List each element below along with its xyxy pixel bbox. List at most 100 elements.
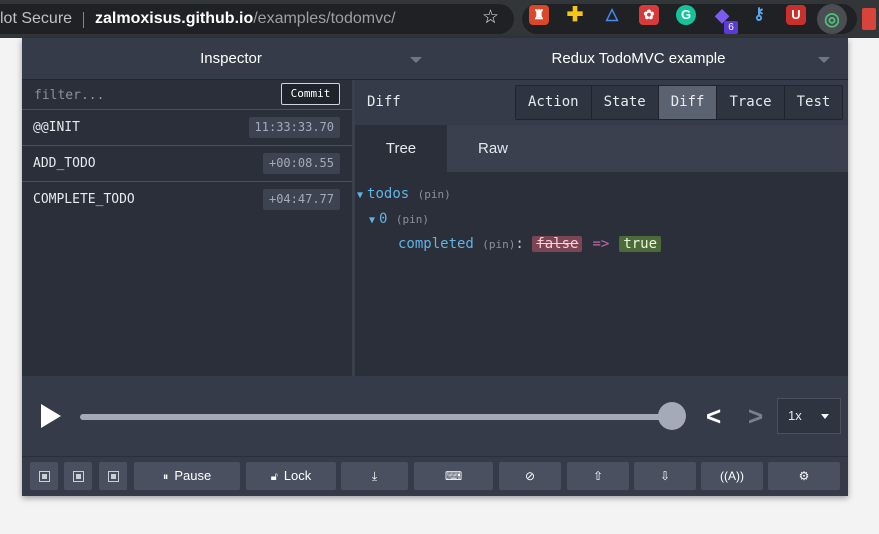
tree-key: completed: [398, 236, 474, 252]
ublock-icon[interactable]: U: [786, 5, 806, 25]
step-forward-icon[interactable]: >: [748, 402, 763, 430]
pin-link[interactable]: (pin): [396, 213, 429, 226]
filter-row: Commit: [22, 80, 352, 110]
pause-icon: ⏸: [162, 471, 169, 483]
monitor-select-label: Inspector: [200, 50, 262, 67]
slider-track[interactable]: [80, 414, 672, 420]
added-value: true: [619, 236, 662, 252]
pin-link[interactable]: (pin): [482, 238, 515, 251]
devtools-header: Inspector Redux TodoMVC example: [22, 38, 848, 80]
instance-select-label: Redux TodoMVC example: [551, 50, 726, 67]
tab-tree[interactable]: Tree: [355, 125, 447, 172]
lock-icon: 🔓︎: [270, 471, 278, 483]
action-item[interactable]: COMPLETE_TODO +04:47.77: [22, 182, 352, 217]
layout-right-button[interactable]: [99, 462, 127, 490]
instance-select[interactable]: Redux TodoMVC example: [440, 38, 837, 79]
layout-left-button[interactable]: [30, 462, 58, 490]
tree-key: todos: [367, 186, 410, 202]
key-colon: :: [515, 236, 524, 252]
action-name: COMPLETE_TODO: [33, 192, 135, 207]
diff-tree: ▼ todos (pin) ▼ 0 (pin) completed (pin): f…: [355, 172, 848, 376]
extension-bookmark-icon[interactable]: [862, 8, 876, 30]
address-separator: [83, 12, 84, 28]
preview-header: Diff Action State Diff Trace Test: [355, 80, 848, 125]
tree-node-todos[interactable]: ▼ todos (pin): [357, 184, 451, 206]
action-name: ADD_TODO: [33, 156, 96, 171]
export-button[interactable]: ⇩: [634, 462, 696, 490]
url-path: /examples/todomvc/: [253, 10, 396, 27]
slider-thumb[interactable]: [658, 402, 686, 430]
keyboard-icon: ⌨: [444, 469, 463, 483]
layout-icon: [38, 471, 50, 483]
action-item[interactable]: @@INIT 11:33:33.70: [22, 110, 352, 146]
url-host: zalmoxisus.github.io: [95, 10, 254, 27]
import-button[interactable]: ⇧: [567, 462, 629, 490]
remote-button[interactable]: ((A)): [701, 462, 763, 490]
preview-title: Diff: [367, 94, 401, 110]
redux-devtools-icon[interactable]: ◎: [822, 9, 842, 29]
monitor-chevron-down-icon[interactable]: [410, 57, 422, 63]
bottom-toolbar: ⏸ Pause 🔓︎ Lock ⤓ ⌨ ⊘ ⇧ ⇩ ((A)) ⚙: [22, 456, 848, 496]
expand-triangle-icon[interactable]: ▼: [369, 215, 375, 226]
settings-button[interactable]: ⚙: [768, 462, 840, 490]
action-name: @@INIT: [33, 120, 80, 135]
diff-arrow: =>: [592, 236, 610, 252]
redux-devtools-panel: Inspector Redux TodoMVC example Commit @…: [22, 38, 848, 496]
pin-link[interactable]: (pin): [418, 188, 451, 201]
gear-icon: ⚙: [798, 469, 810, 483]
layout-icon: [72, 471, 84, 483]
bookmark-star-icon[interactable]: ☆: [482, 7, 499, 29]
lock-label: Lock: [283, 468, 312, 483]
step-back-icon[interactable]: <: [706, 402, 721, 430]
extension-plus-icon[interactable]: ✚: [565, 5, 585, 25]
download-icon: ⇩: [659, 469, 671, 483]
grammarly-icon[interactable]: G: [676, 5, 696, 25]
extension-paw-icon[interactable]: ✿: [639, 5, 659, 25]
upload-icon: ⇧: [592, 469, 604, 483]
extension-triangle-icon[interactable]: △: [602, 5, 622, 25]
speed-chevron-down-icon: [821, 414, 829, 419]
extension-key-icon[interactable]: ⚷: [749, 5, 769, 25]
tab-raw[interactable]: Raw: [447, 125, 539, 172]
layout-bottom-button[interactable]: [64, 462, 92, 490]
pin-icon: ⤓: [371, 469, 378, 483]
speed-value: 1x: [788, 408, 802, 423]
tab-test[interactable]: Test: [784, 86, 843, 119]
instance-chevron-down-icon[interactable]: [818, 57, 830, 63]
url-text[interactable]: zalmoxisus.github.io/examples/todomvc/: [95, 4, 396, 34]
extension-icon[interactable]: ♜: [529, 5, 549, 25]
action-item[interactable]: ADD_TODO +00:08.55: [22, 146, 352, 182]
tree-node-index[interactable]: ▼ 0 (pin): [369, 209, 429, 231]
commit-button[interactable]: Commit: [281, 83, 340, 105]
tab-trace[interactable]: Trace: [717, 86, 785, 119]
speed-select[interactable]: 1x: [777, 398, 841, 434]
filter-input[interactable]: [32, 83, 266, 107]
address-bar[interactable]: lot Secure zalmoxisus.github.io/examples…: [0, 4, 514, 34]
action-list: Commit @@INIT 11:33:33.70 ADD_TODO +00:0…: [22, 80, 352, 376]
lock-button[interactable]: 🔓︎ Lock: [246, 462, 336, 490]
remote-broadcast-icon: ((A)): [720, 469, 744, 483]
layout-icon: [107, 471, 119, 483]
browser-toolbar: lot Secure zalmoxisus.github.io/examples…: [0, 0, 879, 38]
monitor-select[interactable]: Inspector: [22, 38, 440, 79]
persist-button[interactable]: ⤓: [341, 462, 408, 490]
tab-action[interactable]: Action: [516, 86, 592, 119]
tree-node-completed: completed (pin): false => true: [398, 234, 662, 255]
extension-badge: 6: [724, 21, 738, 34]
action-preview: Diff Action State Diff Trace Test Tree R…: [355, 80, 848, 376]
tab-state[interactable]: State: [591, 86, 659, 119]
dispatcher-button[interactable]: ⌨: [414, 462, 493, 490]
timer-off-icon: ⊘: [524, 469, 536, 483]
slider-toggle-button[interactable]: ⊘: [499, 462, 561, 490]
expand-triangle-icon[interactable]: ▼: [357, 190, 363, 201]
pause-button[interactable]: ⏸ Pause: [134, 462, 240, 490]
action-time: +04:47.77: [262, 189, 340, 210]
tab-diff[interactable]: Diff: [658, 86, 718, 119]
pause-label: Pause: [174, 468, 212, 483]
preview-tabs: Action State Diff Trace Test: [515, 85, 844, 120]
play-icon[interactable]: [41, 404, 61, 428]
security-indicator[interactable]: lot Secure: [0, 4, 72, 34]
removed-value: false: [532, 236, 583, 252]
view-tabs: Tree Raw: [355, 125, 848, 172]
action-time: +00:08.55: [262, 153, 340, 174]
